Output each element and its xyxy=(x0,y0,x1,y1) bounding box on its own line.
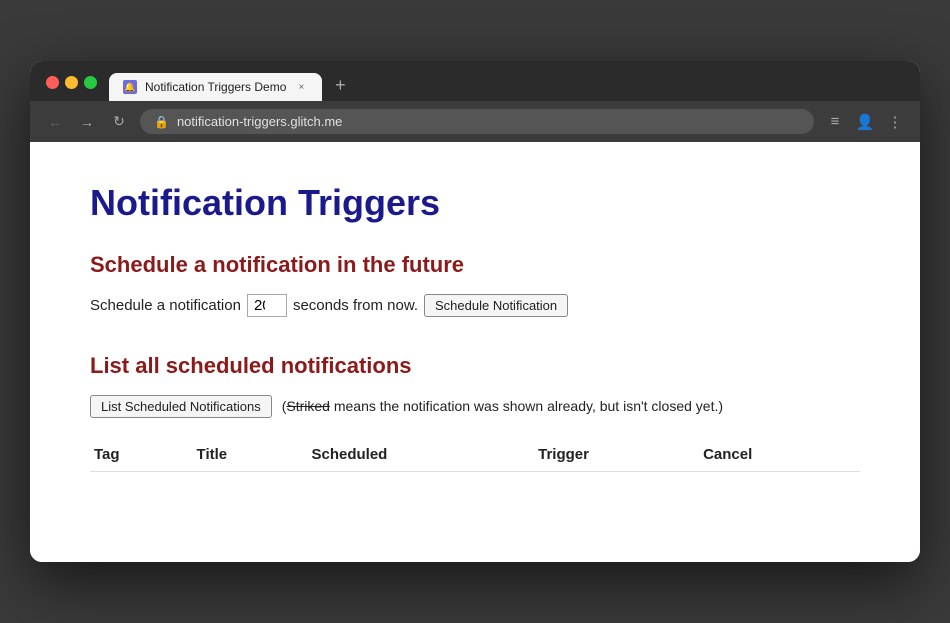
tab-close-button[interactable]: × xyxy=(294,80,308,94)
address-bar: ← → ↻ 🔒 notification-triggers.glitch.me … xyxy=(30,101,920,142)
url-text: notification-triggers.glitch.me xyxy=(177,114,342,129)
table-header-row: Tag Title Scheduled Trigger Cancel xyxy=(90,438,860,472)
url-bar[interactable]: 🔒 notification-triggers.glitch.me xyxy=(140,109,814,134)
schedule-label-after: seconds from now. xyxy=(293,297,418,314)
col-title: Title xyxy=(193,438,308,472)
tabs-row: Notification Triggers Demo × + xyxy=(109,71,904,101)
lock-icon: 🔒 xyxy=(154,115,169,129)
profile-icon[interactable]: 👤 xyxy=(854,113,876,131)
title-bar: Notification Triggers Demo × + xyxy=(30,61,920,101)
active-tab[interactable]: Notification Triggers Demo × xyxy=(109,73,322,101)
col-cancel: Cancel xyxy=(699,438,860,472)
new-tab-button[interactable]: + xyxy=(326,71,354,99)
col-tag: Tag xyxy=(90,438,193,472)
seconds-input[interactable] xyxy=(247,294,287,317)
col-trigger: Trigger xyxy=(534,438,699,472)
list-heading: List all scheduled notifications xyxy=(90,353,860,379)
minimize-button[interactable] xyxy=(65,76,78,89)
page-content: Notification Triggers Schedule a notific… xyxy=(30,142,920,562)
reload-button[interactable]: ↻ xyxy=(108,113,130,130)
tab-title: Notification Triggers Demo xyxy=(145,80,286,94)
extensions-icon[interactable]: ≡ xyxy=(824,113,846,130)
schedule-notification-button[interactable]: Schedule Notification xyxy=(424,294,568,317)
back-button[interactable]: ← xyxy=(44,114,66,130)
schedule-heading: Schedule a notification in the future xyxy=(90,252,860,278)
tab-favicon-icon xyxy=(123,80,137,94)
browser-window: Notification Triggers Demo × + ← → ↻ 🔒 n… xyxy=(30,61,920,562)
col-scheduled: Scheduled xyxy=(307,438,534,472)
list-scheduled-notifications-button[interactable]: List Scheduled Notifications xyxy=(90,395,272,418)
schedule-row: Schedule a notification seconds from now… xyxy=(90,294,860,317)
address-bar-actions: ≡ 👤 ⋮ xyxy=(824,113,906,131)
list-row: List Scheduled Notifications (Striked me… xyxy=(90,395,860,418)
table-head: Tag Title Scheduled Trigger Cancel xyxy=(90,438,860,472)
close-button[interactable] xyxy=(46,76,59,89)
striked-text: Striked xyxy=(286,398,330,414)
forward-button[interactable]: → xyxy=(76,114,98,130)
traffic-lights xyxy=(46,76,97,101)
schedule-label-before: Schedule a notification xyxy=(90,297,241,314)
page-title: Notification Triggers xyxy=(90,182,860,224)
menu-icon[interactable]: ⋮ xyxy=(884,113,906,131)
maximize-button[interactable] xyxy=(84,76,97,89)
strike-note-rest: means the notification was shown already… xyxy=(330,398,723,414)
notifications-table: Tag Title Scheduled Trigger Cancel xyxy=(90,438,860,472)
strike-note: (Striked means the notification was show… xyxy=(282,398,723,414)
